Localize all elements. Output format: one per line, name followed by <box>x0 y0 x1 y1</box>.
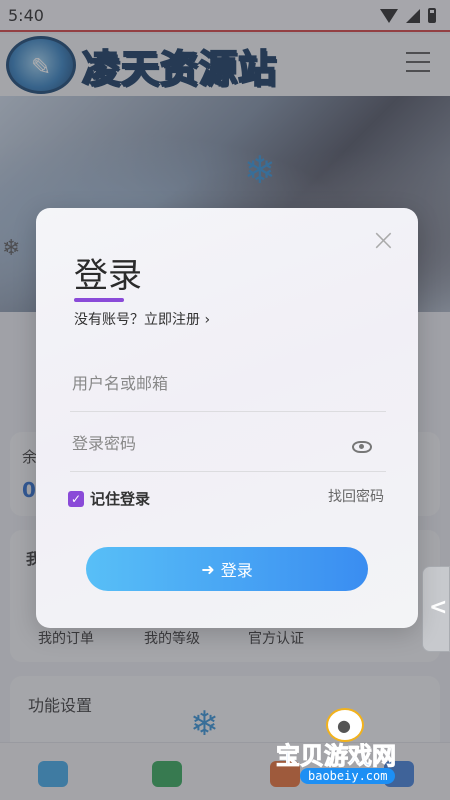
login-button[interactable]: ➜ 登录 <box>86 547 368 591</box>
checkbox-checked-icon[interactable]: ✓ <box>68 490 84 507</box>
login-arrow-icon: ➜ <box>201 559 215 579</box>
login-button-label: 登录 <box>220 561 253 580</box>
password-field <box>70 424 386 472</box>
password-input[interactable] <box>72 434 342 453</box>
modal-title: 登录 <box>74 256 142 296</box>
remember-login-toggle[interactable]: ✓ 记住登录 <box>68 488 150 509</box>
remember-login-label: 记住登录 <box>90 490 151 508</box>
username-input[interactable] <box>72 374 342 393</box>
watermark: ● 宝贝游戏网 baobeiy.com <box>274 708 450 800</box>
login-modal: × 登录 没有账号？立即注册 › ✓ 记住登录 找回密码 ➜ 登录 <box>36 208 418 628</box>
side-drawer-tab[interactable]: < <box>422 566 450 652</box>
watermark-url: baobeiy.com <box>300 768 396 784</box>
register-link-label: 没有账号？立即注册 <box>74 312 200 328</box>
username-field <box>70 364 386 412</box>
chevron-right-icon: › <box>204 312 211 328</box>
title-underline <box>74 298 124 302</box>
close-icon[interactable]: × <box>371 226 396 256</box>
register-link[interactable]: 没有账号？立即注册 › <box>74 309 210 329</box>
watermark-text: 宝贝游戏网 <box>276 742 397 771</box>
forgot-password-link[interactable]: 找回密码 <box>328 486 384 506</box>
eye-icon[interactable] <box>352 441 372 453</box>
chevron-left-icon: < <box>429 595 448 620</box>
